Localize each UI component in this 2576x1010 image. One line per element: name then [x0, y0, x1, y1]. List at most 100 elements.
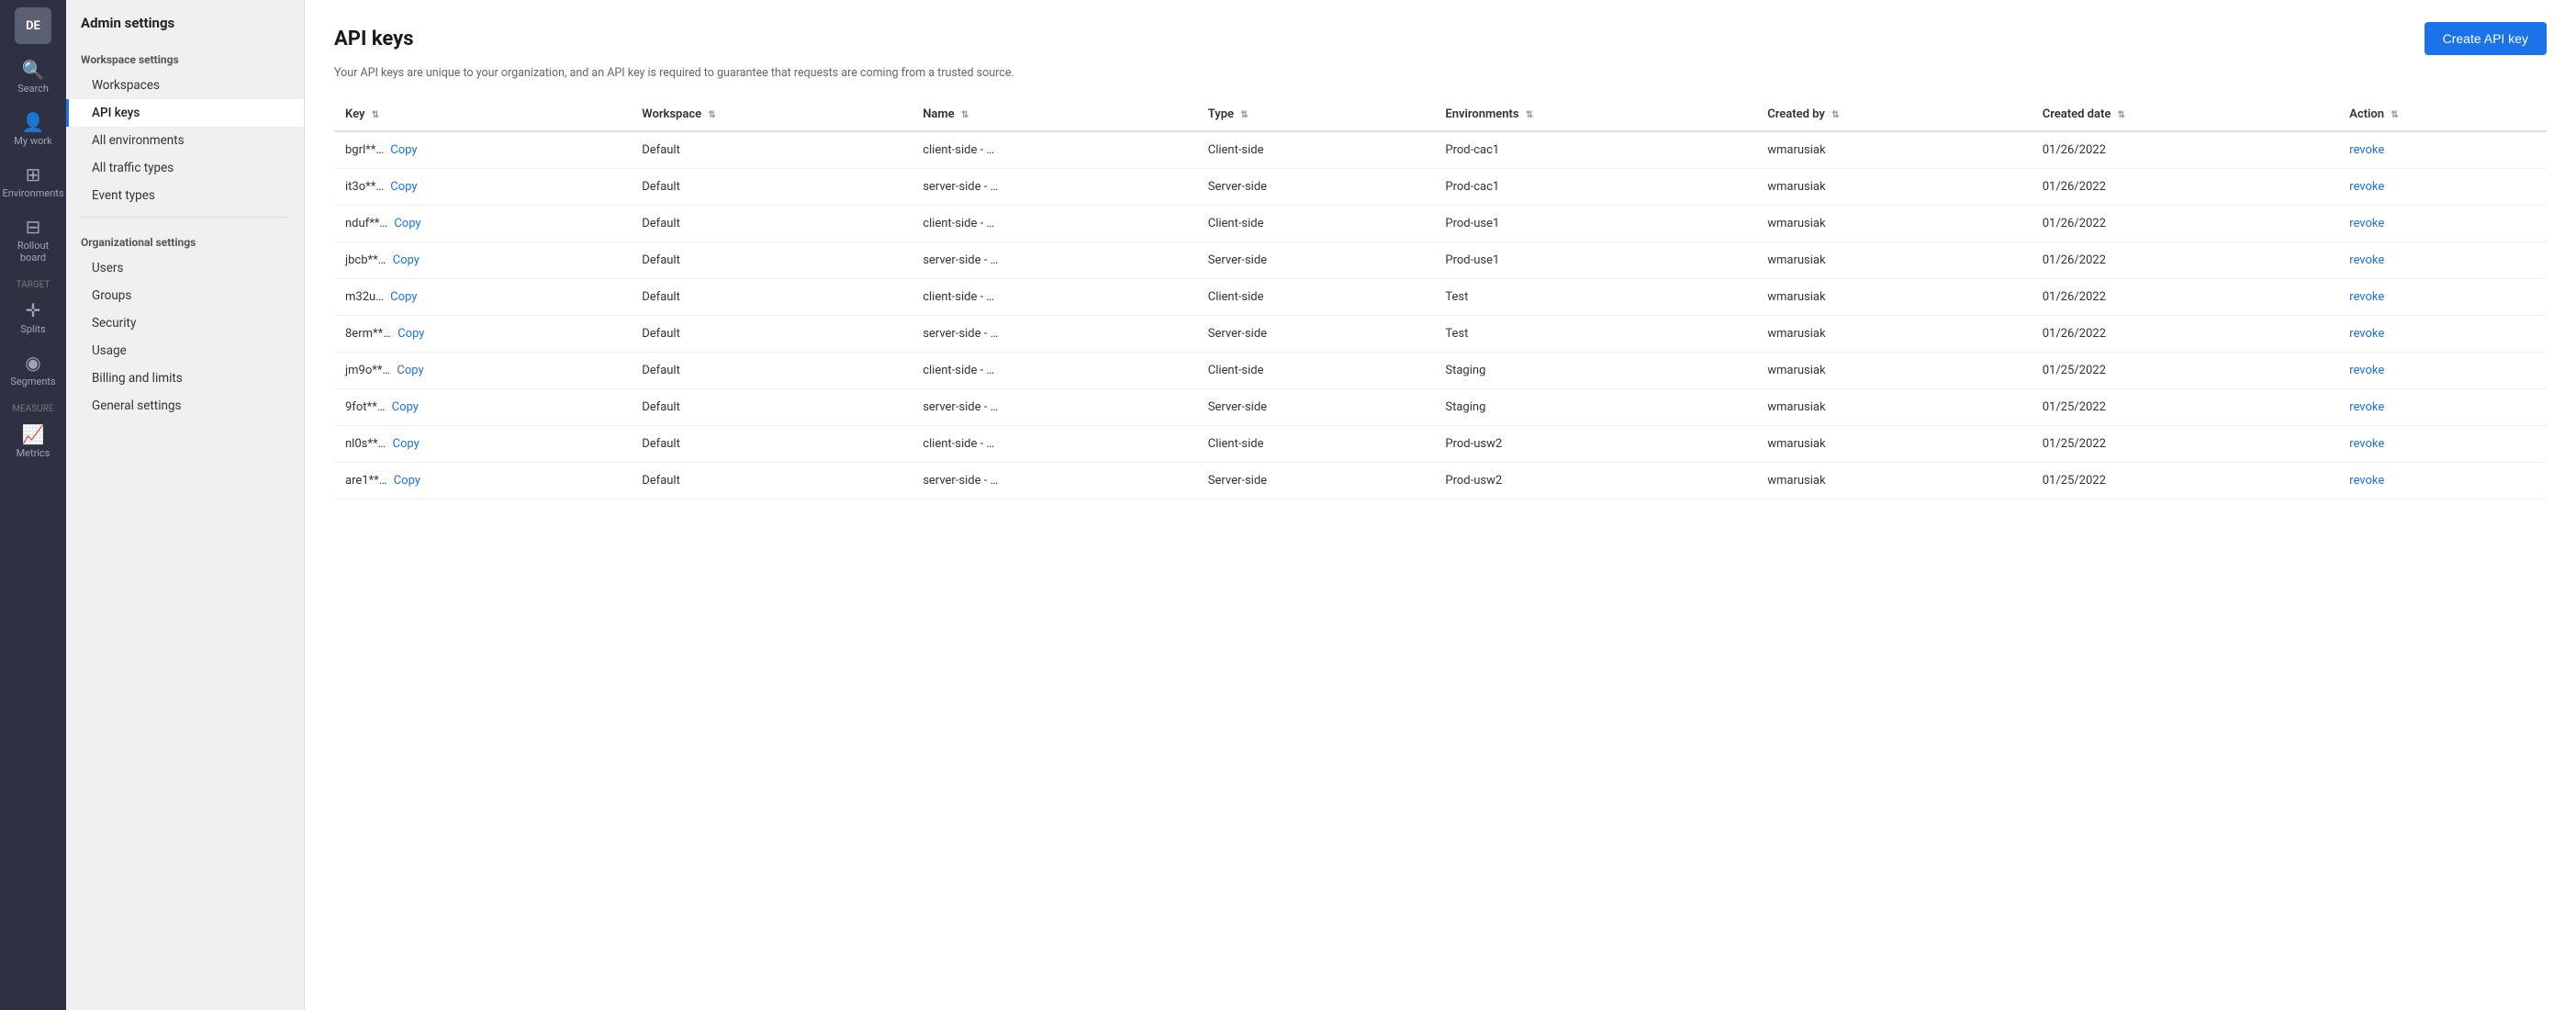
sidebar-item-general[interactable]: General settings: [66, 392, 304, 420]
cell-key: jbcb**… Copy: [334, 242, 631, 279]
nav-item-splits[interactable]: ✛ Splits: [0, 292, 66, 344]
sidebar-item-all-traffic-types[interactable]: All traffic types: [66, 154, 304, 182]
sort-icon: ⇅: [372, 110, 379, 120]
sort-icon: ⇅: [1240, 110, 1248, 120]
nav-item-metrics[interactable]: 📈 Metrics: [0, 416, 66, 468]
key-value: are1**…: [345, 474, 386, 488]
sidebar-item-api-keys[interactable]: API keys: [66, 99, 304, 127]
cell-created-by: wmarusiak: [1756, 389, 2031, 426]
revoke-button[interactable]: revoke: [2349, 143, 2384, 157]
sidebar-item-event-types[interactable]: Event types: [66, 182, 304, 209]
cell-type: Client-side: [1197, 426, 1435, 463]
cell-workspace: Default: [631, 353, 912, 389]
cell-action: revoke: [2338, 206, 2547, 242]
nav-label-rollout-board: Rollout board: [4, 240, 62, 264]
cell-type: Server-side: [1197, 316, 1435, 353]
col-header-created_by[interactable]: Created by ⇅: [1756, 98, 2031, 131]
col-header-workspace[interactable]: Workspace ⇅: [631, 98, 912, 131]
cell-key: m32u… Copy: [334, 279, 631, 316]
cell-key: 9fot**… Copy: [334, 389, 631, 426]
revoke-button[interactable]: revoke: [2349, 180, 2384, 194]
cell-key: are1**… Copy: [334, 463, 631, 499]
cell-action: revoke: [2338, 389, 2547, 426]
revoke-button[interactable]: revoke: [2349, 253, 2384, 267]
cell-action: revoke: [2338, 242, 2547, 279]
key-value: 9fot**…: [345, 400, 385, 414]
copy-button[interactable]: Copy: [397, 364, 423, 377]
sort-icon: ⇅: [2118, 110, 2125, 120]
revoke-button[interactable]: revoke: [2349, 364, 2384, 377]
revoke-button[interactable]: revoke: [2349, 290, 2384, 304]
nav-item-environments[interactable]: ⊞ Environments: [0, 156, 66, 208]
copy-button[interactable]: Copy: [390, 290, 417, 304]
table-row: jm9o**… CopyDefaultclient-side - …Client…: [334, 353, 2547, 389]
key-value: jm9o**…: [345, 364, 390, 377]
cell-created-date: 01/25/2022: [2032, 353, 2338, 389]
sidebar-item-all-environments[interactable]: All environments: [66, 127, 304, 154]
copy-button[interactable]: Copy: [390, 143, 417, 157]
copy-button[interactable]: Copy: [394, 217, 420, 230]
page-subtitle: Your API keys are unique to your organiz…: [334, 66, 2547, 80]
col-header-environments[interactable]: Environments ⇅: [1434, 98, 1756, 131]
copy-button[interactable]: Copy: [394, 474, 420, 488]
cell-name: server-side - …: [912, 389, 1197, 426]
col-header-type[interactable]: Type ⇅: [1197, 98, 1435, 131]
page-title: API keys: [334, 28, 414, 50]
copy-button[interactable]: Copy: [393, 253, 420, 267]
col-header-name[interactable]: Name ⇅: [912, 98, 1197, 131]
create-api-key-button[interactable]: Create API key: [2425, 22, 2547, 55]
col-header-key[interactable]: Key ⇅: [334, 98, 631, 131]
nav-item-search[interactable]: 🔍 Search: [0, 51, 66, 104]
revoke-button[interactable]: revoke: [2349, 474, 2384, 488]
main-header: API keys Create API key: [334, 22, 2547, 55]
sidebar-item-workspaces[interactable]: Workspaces: [66, 72, 304, 99]
sidebar-item-groups[interactable]: Groups: [66, 282, 304, 309]
cell-action: revoke: [2338, 426, 2547, 463]
copy-button[interactable]: Copy: [398, 327, 424, 341]
cell-environments: Test: [1434, 279, 1756, 316]
table-row: are1**… CopyDefaultserver-side - …Server…: [334, 463, 2547, 499]
col-header-created_date[interactable]: Created date ⇅: [2032, 98, 2338, 131]
copy-button[interactable]: Copy: [390, 180, 417, 194]
workspace-settings-section: Workspace settings: [66, 42, 304, 72]
col-header-action[interactable]: Action ⇅: [2338, 98, 2547, 131]
sidebar-item-security[interactable]: Security: [66, 309, 304, 337]
revoke-button[interactable]: revoke: [2349, 437, 2384, 451]
revoke-button[interactable]: revoke: [2349, 327, 2384, 341]
copy-button[interactable]: Copy: [392, 437, 419, 451]
table-row: it3o**… CopyDefaultserver-side - …Server…: [334, 169, 2547, 206]
sidebar-item-billing[interactable]: Billing and limits: [66, 365, 304, 392]
key-value: bgrl**…: [345, 143, 384, 157]
cell-name: client-side - …: [912, 206, 1197, 242]
cell-name: client-side - …: [912, 426, 1197, 463]
cell-name: server-side - …: [912, 242, 1197, 279]
cell-created-by: wmarusiak: [1756, 279, 2031, 316]
nav-item-segments[interactable]: ◉ Segments: [0, 344, 66, 397]
revoke-button[interactable]: revoke: [2349, 217, 2384, 230]
cell-type: Server-side: [1197, 169, 1435, 206]
user-avatar[interactable]: DE: [15, 7, 51, 44]
cell-created-date: 01/26/2022: [2032, 316, 2338, 353]
sidebar-item-usage[interactable]: Usage: [66, 337, 304, 365]
key-value: 8erm**…: [345, 327, 391, 341]
board-icon: ⊟: [26, 218, 41, 236]
table-row: 8erm**… CopyDefaultserver-side - …Server…: [334, 316, 2547, 353]
copy-button[interactable]: Copy: [392, 400, 419, 414]
revoke-button[interactable]: revoke: [2349, 400, 2384, 414]
segments-icon: ◉: [25, 354, 40, 372]
cell-created-date: 01/26/2022: [2032, 131, 2338, 169]
admin-settings-title: Admin settings: [66, 15, 304, 42]
cell-name: server-side - …: [912, 169, 1197, 206]
nav-label-environments: Environments: [2, 187, 63, 199]
nav-item-my-work[interactable]: 👤 My work: [0, 104, 66, 156]
cell-workspace: Default: [631, 131, 912, 169]
sidebar-item-users[interactable]: Users: [66, 254, 304, 282]
cell-workspace: Default: [631, 169, 912, 206]
nav-item-rollout-board[interactable]: ⊟ Rollout board: [0, 208, 66, 273]
sort-icon: ⇅: [2391, 110, 2398, 120]
splits-icon: ✛: [26, 301, 41, 320]
key-value: jbcb**…: [345, 253, 386, 267]
cell-created-date: 01/25/2022: [2032, 389, 2338, 426]
cell-key: nduf**… Copy: [334, 206, 631, 242]
measure-label: MEASURE: [12, 397, 53, 416]
